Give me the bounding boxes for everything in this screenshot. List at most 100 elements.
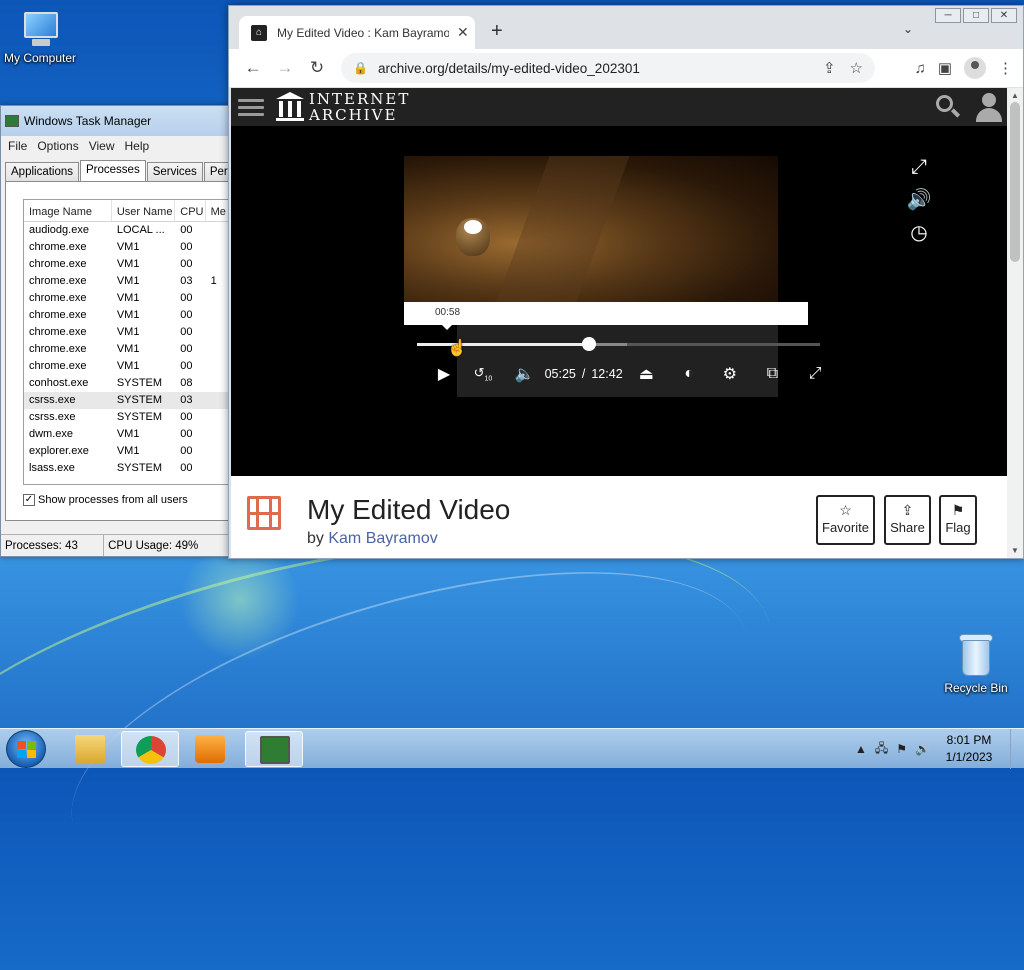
- share-label: Share: [890, 520, 925, 535]
- airplay-icon[interactable]: ⏏: [623, 364, 670, 384]
- side-panel-icon[interactable]: ▣: [938, 59, 952, 77]
- table-row[interactable]: chrome.exe VM1 00: [24, 307, 233, 324]
- seek-thumb[interactable]: [581, 337, 596, 351]
- scroll-up-arrow-icon[interactable]: ▲: [1011, 91, 1019, 100]
- browser-tab[interactable]: ⌂ My Edited Video : Kam Bayramov ✕: [239, 16, 475, 49]
- video-player[interactable]: ⤢ 🔊 ◷ 00:58 ☝ ▶ ↺10 🔈 05:25 / 12:42 ⏏ ◐ …: [231, 126, 1007, 476]
- page-scrollbar[interactable]: ▲ ▼: [1007, 88, 1023, 558]
- desktop-icon-my-computer[interactable]: My Computer: [0, 10, 80, 65]
- user-account-icon[interactable]: [975, 91, 1003, 123]
- table-row[interactable]: chrome.exe VM1 03 1: [24, 273, 233, 290]
- table-row[interactable]: chrome.exe VM1 00: [24, 324, 233, 341]
- column-image-name[interactable]: Image Name: [24, 200, 112, 221]
- table-row[interactable]: chrome.exe VM1 00: [24, 358, 233, 375]
- table-row[interactable]: explorer.exe VM1 00: [24, 443, 233, 460]
- taskbar-media-player[interactable]: [181, 731, 239, 767]
- fullscreen-icon[interactable]: ⤢: [793, 365, 837, 383]
- favorite-button[interactable]: ☆ Favorite: [816, 495, 875, 545]
- bookmark-star-icon[interactable]: ☆: [850, 59, 863, 77]
- menu-options[interactable]: Options: [32, 139, 83, 153]
- archive-favicon-icon: ⌂: [251, 24, 267, 41]
- table-row[interactable]: csrss.exe SYSTEM 03: [24, 392, 233, 409]
- browser-window[interactable]: ─ □ ✕ ⌂ My Edited Video : Kam Bayramov ✕…: [228, 5, 1024, 559]
- flag-button[interactable]: ⚑ Flag: [939, 495, 977, 545]
- media-control-icon[interactable]: ♫: [915, 60, 926, 77]
- volume-tray-icon[interactable]: 🔊: [915, 742, 930, 756]
- mute-volume-icon[interactable]: 🔈: [505, 364, 545, 384]
- table-row[interactable]: chrome.exe VM1 00: [24, 239, 233, 256]
- author-link[interactable]: Kam Bayramov: [328, 530, 437, 547]
- volume-icon[interactable]: 🔊: [903, 187, 935, 212]
- menu-help[interactable]: Help: [120, 139, 155, 153]
- scrollbar-thumb[interactable]: [1010, 102, 1020, 262]
- expand-icon[interactable]: ⤢: [903, 156, 935, 179]
- share-page-icon[interactable]: ⇪: [823, 59, 836, 77]
- back-button[interactable]: ←: [237, 58, 269, 78]
- new-tab-button[interactable]: +: [491, 20, 503, 43]
- action-center-flag-icon[interactable]: ⚑: [896, 742, 907, 756]
- share-button[interactable]: ⇪ Share: [884, 495, 931, 545]
- task-manager-window[interactable]: Windows Task Manager File Options View H…: [0, 105, 234, 557]
- table-row[interactable]: dwm.exe VM1 00: [24, 426, 233, 443]
- address-bar[interactable]: 🔒 archive.org/details/my-edited-video_20…: [341, 53, 875, 83]
- video-frame[interactable]: [404, 156, 778, 302]
- taskbar-chrome[interactable]: [121, 731, 179, 767]
- process-list[interactable]: Image Name User Name CPU Me audiodg.exe L…: [23, 199, 233, 485]
- table-row[interactable]: chrome.exe VM1 00: [24, 290, 233, 307]
- scroll-down-arrow-icon[interactable]: ▼: [1011, 546, 1019, 555]
- clock[interactable]: 8:01 PM 1/1/2023: [934, 732, 1004, 766]
- hamburger-menu-icon[interactable]: [238, 95, 264, 120]
- desktop-icon-recycle-bin[interactable]: Recycle Bin: [936, 632, 1016, 695]
- browser-menu-icon[interactable]: ⋮: [998, 59, 1013, 77]
- url-text[interactable]: archive.org/details/my-edited-video_2023…: [378, 61, 640, 76]
- tab-search-chevron-icon[interactable]: ⌄: [903, 22, 913, 36]
- table-row[interactable]: chrome.exe VM1 00: [24, 341, 233, 358]
- settings-gear-icon[interactable]: ⚙: [708, 364, 752, 384]
- contrast-icon[interactable]: ◐: [670, 365, 708, 383]
- time-separator: /: [581, 367, 586, 381]
- process-cpu: 00: [180, 326, 193, 338]
- tab-applications[interactable]: Applications: [5, 162, 80, 182]
- table-row[interactable]: lsass.exe SYSTEM 00: [24, 460, 233, 477]
- seek-bar[interactable]: [417, 337, 820, 351]
- menu-file[interactable]: File: [3, 139, 32, 153]
- internet-archive-logo[interactable]: INTERNET ARCHIVE: [276, 91, 410, 123]
- show-hidden-icons-icon[interactable]: ▲: [855, 742, 867, 756]
- folder-icon: [75, 735, 105, 763]
- process-name: csrss.exe: [29, 394, 76, 406]
- tab-services[interactable]: Services: [146, 162, 203, 182]
- status-processes: Processes: 43: [1, 535, 105, 556]
- clock-icon[interactable]: ◷: [903, 220, 935, 245]
- minimize-button[interactable]: ─: [935, 8, 961, 23]
- play-icon[interactable]: ▶: [427, 364, 461, 384]
- show-all-users-checkbox[interactable]: ✓ Show processes from all users: [23, 494, 188, 506]
- taskbar-task-manager[interactable]: [245, 731, 303, 767]
- table-row[interactable]: audiodg.exe LOCAL ... 00: [24, 222, 233, 239]
- close-tab-icon[interactable]: ✕: [457, 24, 469, 41]
- profile-avatar-icon[interactable]: [964, 57, 986, 79]
- task-manager-titlebar[interactable]: Windows Task Manager: [1, 106, 233, 136]
- forward-button[interactable]: →: [269, 58, 301, 78]
- close-window-button[interactable]: ✕: [991, 8, 1017, 23]
- checkbox-checked[interactable]: ✓: [23, 494, 35, 506]
- table-row[interactable]: conhost.exe SYSTEM 08: [24, 375, 233, 392]
- column-user-name[interactable]: User Name: [112, 200, 176, 221]
- clock-time: 8:01 PM: [946, 733, 992, 747]
- start-button[interactable]: [6, 730, 46, 768]
- network-icon[interactable]: 🖧: [875, 739, 888, 760]
- process-rows: audiodg.exe LOCAL ... 00 chrome.exe VM1 00 chr…: [24, 222, 233, 477]
- column-cpu[interactable]: CPU: [175, 200, 206, 221]
- picture-in-picture-icon[interactable]: ⧉: [752, 365, 794, 383]
- taskbar-explorer[interactable]: [61, 731, 119, 767]
- star-icon: ☆: [839, 502, 852, 518]
- reload-button[interactable]: ↻: [301, 58, 333, 78]
- search-icon[interactable]: [935, 94, 961, 120]
- table-row[interactable]: csrss.exe SYSTEM 00: [24, 409, 233, 426]
- rewind-10-icon[interactable]: ↺10: [461, 365, 505, 383]
- menu-view[interactable]: View: [84, 139, 120, 153]
- table-row[interactable]: chrome.exe VM1 00: [24, 256, 233, 273]
- tab-processes[interactable]: Processes: [80, 160, 146, 182]
- show-desktop-button[interactable]: [1010, 729, 1024, 769]
- lock-icon[interactable]: 🔒: [353, 61, 368, 75]
- maximize-button[interactable]: □: [963, 8, 989, 23]
